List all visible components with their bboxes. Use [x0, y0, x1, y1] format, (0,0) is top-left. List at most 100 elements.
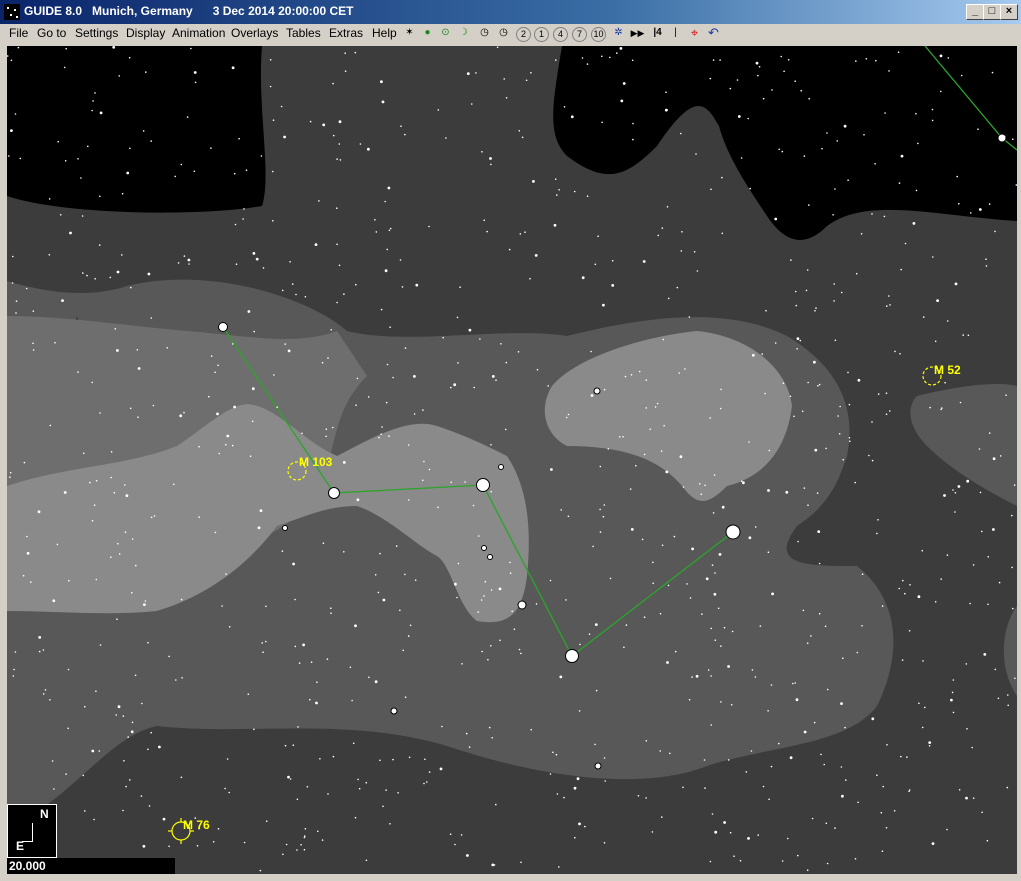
- number-7-icon[interactable]: 7: [572, 27, 587, 42]
- star: [747, 117, 749, 120]
- star: [567, 413, 570, 416]
- star: [356, 377, 359, 380]
- star: [1007, 704, 1009, 707]
- star: [885, 392, 888, 395]
- star: [737, 115, 741, 118]
- star: [712, 59, 715, 61]
- star: [951, 691, 954, 694]
- star: [118, 75, 120, 77]
- star: [91, 109, 93, 112]
- star: [717, 607, 720, 610]
- menu-goto[interactable]: Go to: [37, 26, 66, 40]
- star: [441, 725, 443, 728]
- maximize-button[interactable]: □: [983, 4, 1001, 20]
- star: [404, 347, 407, 349]
- star: [95, 479, 98, 482]
- star: [519, 233, 522, 235]
- star: [407, 444, 410, 446]
- star: [487, 658, 489, 661]
- menu-overlays[interactable]: Overlays: [231, 26, 278, 40]
- menu-file[interactable]: File: [9, 26, 28, 40]
- star: [381, 426, 383, 428]
- app-icon[interactable]: [4, 4, 20, 20]
- star: [721, 176, 723, 179]
- star: [559, 675, 563, 679]
- minimize-button[interactable]: _: [966, 4, 984, 20]
- moon-icon[interactable]: ☽: [455, 25, 472, 41]
- star: [67, 727, 69, 730]
- sky-map[interactable]: M 103 M 52 M 76: [7, 46, 1017, 874]
- number-1-icon[interactable]: 1: [534, 27, 549, 42]
- pause-icon[interactable]: |: [667, 25, 684, 41]
- star: [259, 869, 262, 872]
- step-icon[interactable]: |4: [649, 25, 666, 41]
- star: [38, 636, 42, 639]
- star: [198, 516, 200, 518]
- star: [814, 448, 818, 452]
- star: [48, 254, 51, 256]
- menu-extras[interactable]: Extras: [329, 26, 363, 40]
- sky-chart[interactable]: M 103 M 52 M 76 N E 20.000: [7, 46, 1017, 874]
- star: [818, 383, 821, 386]
- star: [422, 479, 424, 482]
- number-10-icon[interactable]: 10: [591, 27, 606, 42]
- sun-icon[interactable]: ⊙: [437, 25, 454, 41]
- star: [720, 645, 722, 647]
- star: [806, 869, 809, 871]
- star: [145, 71, 147, 73]
- star: [778, 148, 780, 151]
- menu-tables[interactable]: Tables: [286, 26, 321, 40]
- star: [908, 790, 910, 793]
- star: [309, 698, 311, 701]
- star: [712, 512, 715, 514]
- star: [952, 711, 955, 714]
- star: [874, 163, 876, 165]
- star: [652, 561, 654, 564]
- menu-display[interactable]: Display: [126, 26, 165, 40]
- star: [849, 440, 851, 443]
- star: [457, 362, 459, 364]
- star: [354, 51, 357, 54]
- field-of-view-readout: 20.000: [7, 858, 175, 874]
- star: [906, 756, 908, 758]
- snowflake-icon[interactable]: ✲: [610, 25, 627, 41]
- target-icon[interactable]: ⌖: [686, 25, 703, 41]
- fast-forward-icon[interactable]: ▶▶: [629, 25, 646, 41]
- planet-icon[interactable]: ●: [419, 25, 436, 41]
- clock-alt-icon[interactable]: ◷: [495, 25, 512, 41]
- star: [888, 295, 890, 297]
- star: [123, 760, 125, 762]
- star: [392, 758, 394, 761]
- star: [67, 668, 70, 671]
- menu-settings[interactable]: Settings: [75, 26, 118, 40]
- star: [272, 119, 275, 121]
- star: [404, 696, 407, 698]
- star: [303, 836, 306, 839]
- star: [453, 383, 457, 387]
- clock-icon[interactable]: ◷: [476, 25, 493, 41]
- star: [136, 349, 139, 351]
- star: [94, 92, 96, 94]
- star: [847, 179, 849, 181]
- undo-icon[interactable]: ↶: [705, 25, 722, 41]
- star: [663, 424, 665, 427]
- star: [657, 234, 659, 237]
- menu-animation[interactable]: Animation: [172, 26, 225, 40]
- star: [44, 689, 47, 691]
- star: [468, 746, 471, 748]
- star: [928, 741, 932, 744]
- star: [848, 403, 851, 406]
- star: [234, 223, 237, 226]
- star: [379, 552, 381, 555]
- star: [794, 682, 796, 684]
- star: [521, 136, 524, 139]
- menu-help[interactable]: Help: [372, 26, 397, 40]
- star: [183, 411, 185, 414]
- star: [803, 155, 806, 157]
- close-button[interactable]: ×: [1000, 4, 1018, 20]
- m103-label: M 103: [299, 455, 333, 469]
- telescope-icon[interactable]: ✶: [401, 25, 418, 41]
- number-2-icon[interactable]: 2: [516, 27, 531, 42]
- star: [513, 628, 516, 630]
- number-4-icon[interactable]: 4: [553, 27, 568, 42]
